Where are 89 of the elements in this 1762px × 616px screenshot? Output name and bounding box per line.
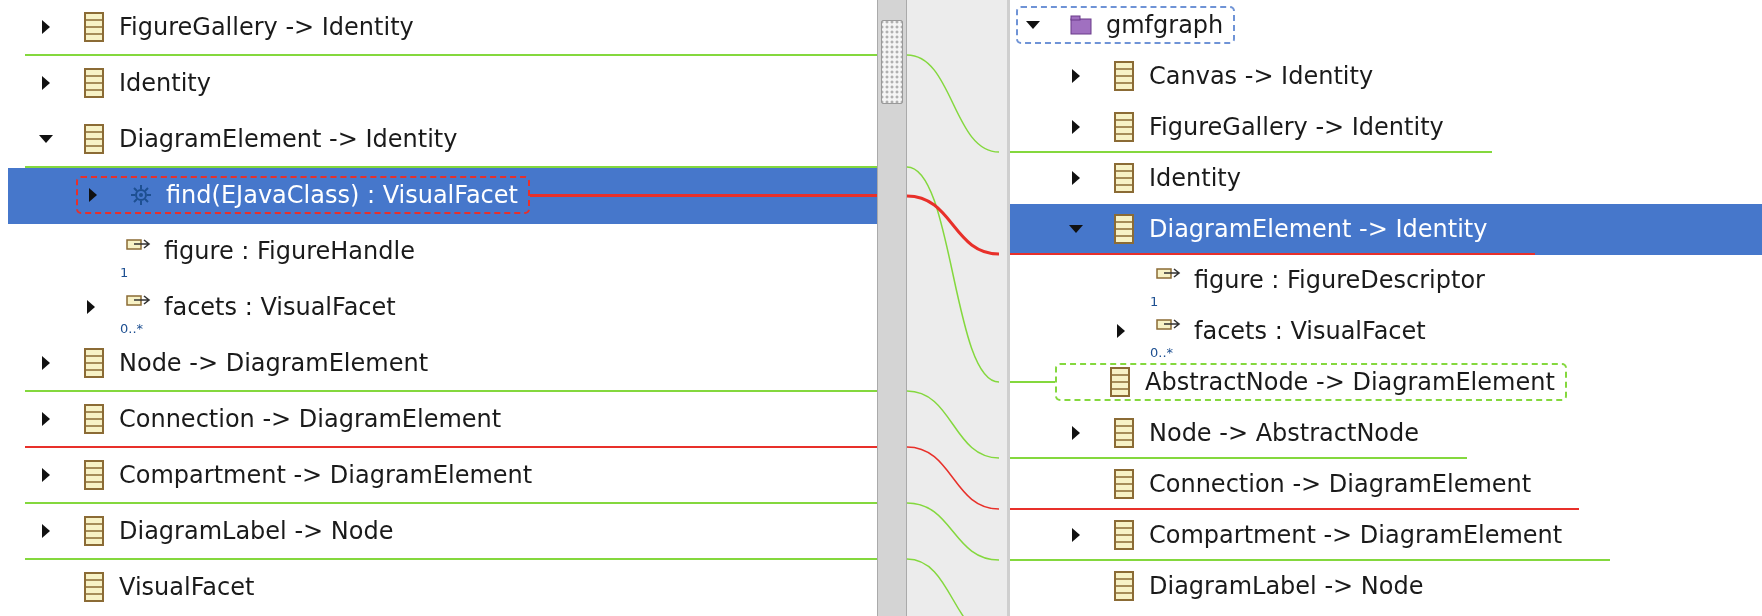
- expand-arrow-icon[interactable]: [42, 412, 50, 426]
- expand-arrow-icon[interactable]: [87, 300, 95, 314]
- multiplicity-label: 1: [120, 266, 129, 279]
- tree-item[interactable]: Connection -> DiagramElement: [1010, 459, 1762, 510]
- expand-arrow-icon[interactable]: [42, 20, 50, 34]
- expand-arrow-icon[interactable]: [42, 356, 50, 370]
- scrollbar-thumb[interactable]: [881, 20, 903, 104]
- tree-item[interactable]: Compartment -> DiagramElement: [8, 448, 877, 504]
- tree-item[interactable]: FigureGallery -> Identity: [8, 0, 877, 56]
- class-icon: [1114, 570, 1134, 601]
- expand-arrow-icon[interactable]: [1072, 425, 1080, 440]
- tree-item-label: VisualFacet: [119, 573, 255, 601]
- class-icon: [84, 460, 104, 490]
- tree-item[interactable]: 1 figure : FigureDescriptor: [1010, 255, 1762, 306]
- expand-arrow-icon[interactable]: [42, 468, 50, 482]
- tree-item[interactable]: VisualFacet: [8, 560, 877, 616]
- tree-item-label: gmfgraph: [1106, 10, 1224, 39]
- expand-arrow-icon[interactable]: [42, 524, 50, 538]
- reference-arrow-icon: [126, 293, 152, 309]
- reference-arrow-icon: [1156, 316, 1182, 333]
- tree-item-label: Node -> DiagramElement: [119, 349, 429, 377]
- selected-tree-item[interactable]: DiagramElement -> Identity: [1010, 204, 1762, 255]
- class-icon: [84, 348, 104, 378]
- package-icon: [1070, 14, 1092, 35]
- tree-item-label: AbstractNode -> DiagramElement: [1145, 367, 1555, 396]
- multiplicity-label: 0..*: [1150, 345, 1174, 359]
- tree-item-label: figure : FigureHandle: [164, 237, 415, 265]
- tree-item[interactable]: 0..* facets : VisualFacet: [8, 280, 877, 336]
- tree-item-label: figure : FigureDescriptor: [1194, 265, 1485, 294]
- tree-item-label: Identity: [1149, 163, 1241, 192]
- tree-item[interactable]: Node -> DiagramElement: [8, 336, 877, 392]
- class-icon: [1114, 111, 1134, 142]
- tree-item[interactable]: FigureGallery -> Identity: [1010, 102, 1762, 153]
- class-icon: [1114, 213, 1134, 244]
- tree-item[interactable]: DiagramLabel -> Node: [1010, 561, 1762, 612]
- expand-arrow-icon[interactable]: [1117, 323, 1125, 338]
- tree-item-label: FigureGallery -> Identity: [1149, 112, 1444, 141]
- tree-item-label: Compartment -> DiagramElement: [119, 461, 533, 489]
- multiplicity-label: 1: [1150, 294, 1159, 308]
- gear-icon: [130, 184, 152, 206]
- tree-item[interactable]: Node -> AbstractNode: [1010, 408, 1762, 459]
- class-icon: [84, 404, 104, 434]
- collapse-arrow-icon[interactable]: [39, 135, 53, 143]
- expand-arrow-icon[interactable]: [1072, 119, 1080, 134]
- expand-arrow-icon[interactable]: [1072, 527, 1080, 542]
- class-icon: [1114, 468, 1134, 499]
- tree-item[interactable]: Compartment -> DiagramElement: [1010, 510, 1762, 561]
- tree-item-label: facets : VisualFacet: [1194, 316, 1426, 345]
- tree-item[interactable]: Identity: [8, 56, 877, 112]
- tree-item[interactable]: Canvas -> Identity: [1010, 51, 1762, 102]
- tree-item[interactable]: 1 figure : FigureHandle: [8, 224, 877, 280]
- collapse-arrow-icon[interactable]: [1026, 20, 1040, 29]
- tree-item-label: Identity: [119, 69, 211, 97]
- expand-arrow-icon[interactable]: [1072, 170, 1080, 185]
- tree-item-label: find(EJavaClass) : VisualFacet: [166, 181, 518, 209]
- tree-item-label: Connection -> DiagramElement: [1149, 469, 1532, 498]
- scrollbar[interactable]: [877, 0, 907, 616]
- class-icon: [1114, 162, 1134, 193]
- expand-arrow-icon[interactable]: [1072, 68, 1080, 83]
- tree-item[interactable]: gmfgraph: [1010, 0, 1762, 51]
- class-icon: [84, 124, 104, 154]
- class-icon: [84, 12, 104, 42]
- tree-item-label: DiagramElement -> Identity: [119, 125, 458, 153]
- tree-item[interactable]: AbstractNode -> DiagramElement: [1010, 357, 1762, 408]
- tree-item-label: DiagramLabel -> Node: [1149, 571, 1424, 600]
- reference-arrow-icon: [1156, 265, 1182, 282]
- tree-item[interactable]: Identity: [1010, 153, 1762, 204]
- class-icon: [1114, 417, 1134, 448]
- class-icon: [84, 68, 104, 98]
- reference-arrow-icon: [126, 237, 152, 253]
- tree-item-label: FigureGallery -> Identity: [119, 13, 414, 41]
- tree-item[interactable]: Connection -> DiagramElement: [8, 392, 877, 448]
- expand-arrow-icon[interactable]: [42, 76, 50, 90]
- tree-item-label: DiagramElement -> Identity: [1149, 214, 1488, 243]
- class-icon: [84, 572, 104, 602]
- class-icon: [1110, 366, 1130, 397]
- tree-item-label: Node -> AbstractNode: [1149, 418, 1420, 447]
- tree-item-label: DiagramLabel -> Node: [119, 517, 394, 545]
- multiplicity-label: 0..*: [120, 322, 144, 335]
- tree-item-label: Connection -> DiagramElement: [119, 405, 502, 433]
- class-icon: [1114, 519, 1134, 550]
- class-icon: [84, 516, 104, 546]
- tree-item[interactable]: 0..* facets : VisualFacet: [1010, 306, 1762, 357]
- tree-item-label: facets : VisualFacet: [164, 293, 396, 321]
- tree-item-label: Compartment -> DiagramElement: [1149, 520, 1563, 549]
- tree-item[interactable]: DiagramLabel -> Node: [8, 504, 877, 560]
- class-icon: [1114, 60, 1134, 91]
- selected-tree-item[interactable]: find(EJavaClass) : VisualFacet: [8, 168, 877, 224]
- tree-item-label: Canvas -> Identity: [1149, 61, 1374, 90]
